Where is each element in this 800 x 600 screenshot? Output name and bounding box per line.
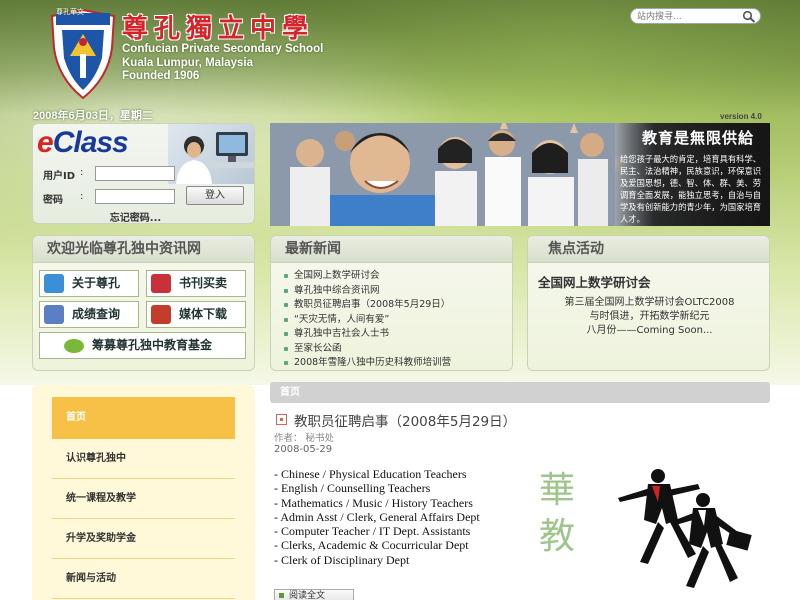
download-icon bbox=[151, 305, 171, 324]
position-item: - Clerks, Academic & Cocurricular Dept bbox=[274, 538, 469, 553]
books-button[interactable]: 书刊买卖 bbox=[146, 270, 246, 297]
news-item[interactable]: 至家长公函 bbox=[284, 342, 512, 357]
hua-jiao-graphic-text: 華教 bbox=[538, 470, 575, 557]
eclass-photo bbox=[168, 124, 254, 184]
position-item: - Computer Teacher / IT Dept. Assistants bbox=[274, 524, 471, 539]
site-version: version 4.0 bbox=[720, 112, 762, 121]
eclass-logo[interactable]: eClass bbox=[37, 126, 129, 160]
search-input[interactable] bbox=[637, 10, 745, 24]
userid-colon: : bbox=[80, 167, 84, 178]
books-icon bbox=[151, 274, 171, 293]
focus-title: 焦点活动 bbox=[528, 236, 769, 263]
current-date: 2008年6月03日，星期二 bbox=[33, 110, 153, 122]
password-colon: : bbox=[80, 191, 84, 202]
forgot-password-link[interactable]: 忘记密码... bbox=[33, 209, 238, 223]
about-icon bbox=[44, 274, 64, 293]
news-panel: 最新新闻 全国网上数学研讨会 尊孔独中综合资讯网 教职员征聘启事（2008年5月… bbox=[270, 235, 513, 371]
welcome-panel: 欢迎光临尊孔独中资讯网 关于尊孔 书刊买卖 成绩查询 媒体下载 筹募尊孔独中教育… bbox=[32, 235, 255, 371]
userid-field[interactable] bbox=[95, 166, 175, 181]
download-button[interactable]: 媒体下载 bbox=[146, 301, 246, 328]
position-item: - English / Counselling Teachers bbox=[274, 481, 431, 496]
news-item[interactable]: 尊孔独中综合资讯网 bbox=[284, 284, 512, 299]
news-item[interactable]: 教职员征聘启事（2008年5月29日） bbox=[284, 298, 512, 313]
search-icon[interactable] bbox=[742, 10, 756, 23]
fund-icon bbox=[64, 339, 84, 353]
article-title[interactable]: 教职员征聘启事（2008年5月29日） bbox=[294, 410, 516, 430]
eclass-login-panel: eClass 用户ID : 密码 : 登入 忘记密码... bbox=[32, 123, 255, 224]
school-founded: Founded 1906 bbox=[122, 70, 200, 82]
positions-list: - Chinese / Physical Education Teachers … bbox=[274, 467, 480, 567]
school-location: Kuala Lumpur, Malaysia bbox=[122, 57, 254, 69]
userid-label: 用户ID bbox=[43, 171, 76, 182]
sidebar-item-news[interactable]: 新闻与活动 bbox=[52, 559, 235, 599]
news-item[interactable]: “天灾无情，人间有爱” bbox=[284, 313, 512, 328]
news-list: 全国网上数学研讨会 尊孔独中综合资讯网 教职员征聘启事（2008年5月29日） … bbox=[284, 269, 512, 370]
logo-top-text: 尊孔華文 bbox=[56, 9, 84, 16]
school-logo[interactable] bbox=[50, 8, 116, 100]
breadcrumb[interactable]: 首页 bbox=[270, 382, 770, 403]
focus-event-title[interactable]: 全国网上数学研讨会 bbox=[538, 272, 651, 291]
school-name-en: Confucian Private Secondary School bbox=[122, 43, 324, 55]
sidebar-item-home[interactable]: 首页 bbox=[52, 397, 235, 439]
news-item[interactable]: 全国网上数学研讨会 bbox=[284, 269, 512, 284]
article-date: 2008-05-29 bbox=[274, 444, 333, 455]
header: 尊孔華文 尊孔獨立中學 Confucian Private Secondary … bbox=[0, 0, 800, 385]
password-label: 密码 bbox=[43, 195, 63, 206]
news-item[interactable]: 尊孔独中吉社会人士书 bbox=[284, 327, 512, 342]
focus-line: 八月份——Coming Soon... bbox=[586, 325, 713, 336]
results-button[interactable]: 成绩查询 bbox=[39, 301, 139, 328]
article-icon bbox=[276, 414, 287, 425]
news-title: 最新新闻 bbox=[271, 236, 512, 263]
read-more-button[interactable]: 阅读全文 bbox=[274, 589, 354, 600]
fund-button[interactable]: 筹募尊孔独中教育基金 bbox=[39, 332, 246, 359]
position-item: - Admin Asst / Clerk, General Affairs De… bbox=[274, 509, 480, 524]
article-author: 作者： 秘书处 bbox=[274, 433, 335, 444]
search-box[interactable] bbox=[630, 8, 761, 24]
sidebar-item-scholarship[interactable]: 升学及奖助学金 bbox=[52, 519, 235, 559]
hero-banner: 教育是無限供給 给您孩子最大的肯定，培育具有科学、民主、法治精神，民族意识，环保… bbox=[270, 123, 770, 226]
banner-text: 给您孩子最大的肯定，培育具有科学、民主、法治精神，民族意识，环保意识及爱国思想，… bbox=[620, 154, 762, 224]
welcome-title: 欢迎光临尊孔独中资讯网 bbox=[33, 236, 254, 263]
userid-input[interactable] bbox=[96, 167, 174, 180]
position-item: - Clerk of Disciplinary Dept bbox=[274, 552, 410, 567]
focus-line: 与时俱进，开拓数学新纪元 bbox=[589, 311, 710, 322]
position-item: - Chinese / Physical Education Teachers bbox=[274, 467, 467, 481]
sidebar-item-about[interactable]: 认识尊孔独中 bbox=[52, 439, 235, 479]
focus-line: 第三届全国网上数学研讨会OLTC2008 bbox=[564, 297, 735, 308]
about-button[interactable]: 关于尊孔 bbox=[39, 270, 139, 297]
runners-graphic bbox=[618, 469, 752, 588]
school-name-cn: 尊孔獨立中學 bbox=[122, 14, 315, 44]
banner-title: 教育是無限供給 bbox=[642, 129, 755, 147]
news-item[interactable]: 2008年雪隆八独中历史科教师培训营 bbox=[284, 356, 512, 370]
login-button[interactable]: 登入 bbox=[186, 186, 244, 205]
password-input[interactable] bbox=[96, 190, 174, 203]
focus-panel: 焦点活动 全国网上数学研讨会 第三届全国网上数学研讨会OLTC2008 与时俱进… bbox=[527, 235, 770, 371]
students-photo bbox=[270, 123, 615, 226]
password-field[interactable] bbox=[95, 189, 175, 204]
sidebar-nav: 首页 认识尊孔独中 统一课程及教学 升学及奖助学金 新闻与活动 bbox=[32, 385, 255, 600]
position-item: - Mathematics / Music / History Teachers bbox=[274, 495, 473, 510]
results-icon bbox=[44, 305, 64, 324]
sidebar-item-curriculum[interactable]: 统一课程及教学 bbox=[52, 479, 235, 519]
